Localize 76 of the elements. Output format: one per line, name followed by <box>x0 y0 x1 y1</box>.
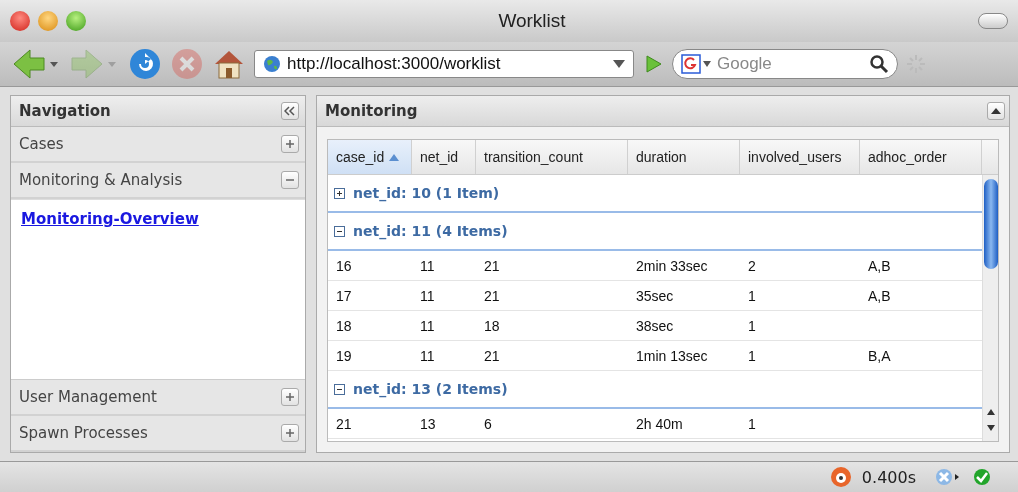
table-cell: 2min 33sec <box>636 257 708 274</box>
table-cell: 1 <box>748 287 756 304</box>
table-cell: 11 <box>420 287 435 304</box>
column-header[interactable]: transition_count <box>476 140 628 174</box>
window-title: Worklist <box>497 10 567 32</box>
search-field[interactable]: Google <box>672 49 898 79</box>
table-cell: 2 <box>748 257 756 274</box>
accordion-header[interactable]: User Management <box>11 380 305 416</box>
accordion-header[interactable]: Monitoring & Analysis <box>11 163 305 199</box>
expand-icon[interactable] <box>334 187 345 199</box>
collapse-icon[interactable] <box>334 225 345 237</box>
column-header[interactable]: net_id <box>412 140 476 174</box>
table-cell: B,A <box>868 347 891 364</box>
address-field[interactable]: http://localhost:3000/worklist <box>254 50 634 78</box>
double-chevron-left-icon <box>284 106 296 116</box>
table-cell: 17 <box>336 287 352 304</box>
table-cell: 11 <box>420 317 435 334</box>
panel-title: Navigation <box>19 102 111 120</box>
table-cell: 1 <box>748 347 756 364</box>
url-text: http://localhost:3000/worklist <box>287 54 502 74</box>
table-cell: 16 <box>336 257 352 274</box>
section-title: Monitoring & Analysis <box>19 171 183 189</box>
table-cell: A,B <box>868 287 891 304</box>
table-cell: 35sec <box>636 287 674 304</box>
column-header[interactable]: case_id <box>328 140 412 174</box>
expand-button[interactable] <box>281 135 299 153</box>
table-cell: 11 <box>420 347 435 364</box>
nav-link[interactable]: Monitoring-Overview <box>11 200 209 238</box>
table-cell: 6 <box>484 415 492 432</box>
table-cell: 1 <box>748 415 756 432</box>
dropdown-icon[interactable] <box>613 59 625 69</box>
table-cell: 38sec <box>636 317 674 334</box>
section-title: Cases <box>19 135 64 153</box>
table-cell: 18 <box>484 317 500 334</box>
reload-button[interactable] <box>128 47 162 81</box>
search-icon[interactable] <box>869 54 889 74</box>
collapse-icon[interactable] <box>334 383 345 395</box>
scrollbar[interactable] <box>982 175 998 441</box>
toolbar-toggle-button[interactable] <box>978 13 1008 29</box>
table-cell: 1min 13sec <box>636 347 708 364</box>
column-header[interactable]: adhoc_order <box>860 140 982 174</box>
table-cell: 11 <box>420 257 435 274</box>
table-cell: 21 <box>336 415 352 432</box>
table-cell: A,B <box>868 257 891 274</box>
table-cell: 2h 40m <box>636 415 683 432</box>
plus-icon <box>285 139 295 149</box>
group-header: net_id: 13 (2 Items) <box>353 381 508 397</box>
collapse-button[interactable] <box>987 102 1005 120</box>
accordion-header[interactable]: Spawn Processes <box>11 416 305 452</box>
sort-ascending-icon <box>389 153 400 161</box>
load-time: 0.400s <box>861 467 916 487</box>
expand-button[interactable] <box>281 424 299 442</box>
section-title: Spawn Processes <box>19 424 148 442</box>
group-header: net_id: 11 (4 Items) <box>353 223 508 239</box>
expand-button[interactable] <box>281 388 299 406</box>
plus-icon <box>285 428 295 438</box>
section-title: User Management <box>19 388 157 406</box>
search-engine-icon[interactable] <box>681 54 711 74</box>
collapse-button[interactable] <box>281 102 299 120</box>
table-cell: 18 <box>336 317 352 334</box>
plus-icon <box>285 392 295 402</box>
table-cell: 19 <box>336 347 352 364</box>
column-header[interactable]: involved_users <box>740 140 860 174</box>
panel-title: Monitoring <box>325 102 418 120</box>
table-cell: 13 <box>420 415 436 432</box>
column-header[interactable]: duration <box>628 140 740 174</box>
globe-icon <box>263 55 281 73</box>
table-cell: 1 <box>748 317 756 334</box>
group-header: net_id: 10 (1 Item) <box>353 185 500 201</box>
table-cell: 21 <box>484 287 500 304</box>
check-icon <box>972 467 992 487</box>
close-button[interactable] <box>10 11 30 31</box>
table-cell: 21 <box>484 257 500 274</box>
triangle-up-icon <box>991 107 1001 115</box>
accordion-header[interactable]: Cases <box>11 127 305 163</box>
table-cell: 21 <box>484 347 500 364</box>
